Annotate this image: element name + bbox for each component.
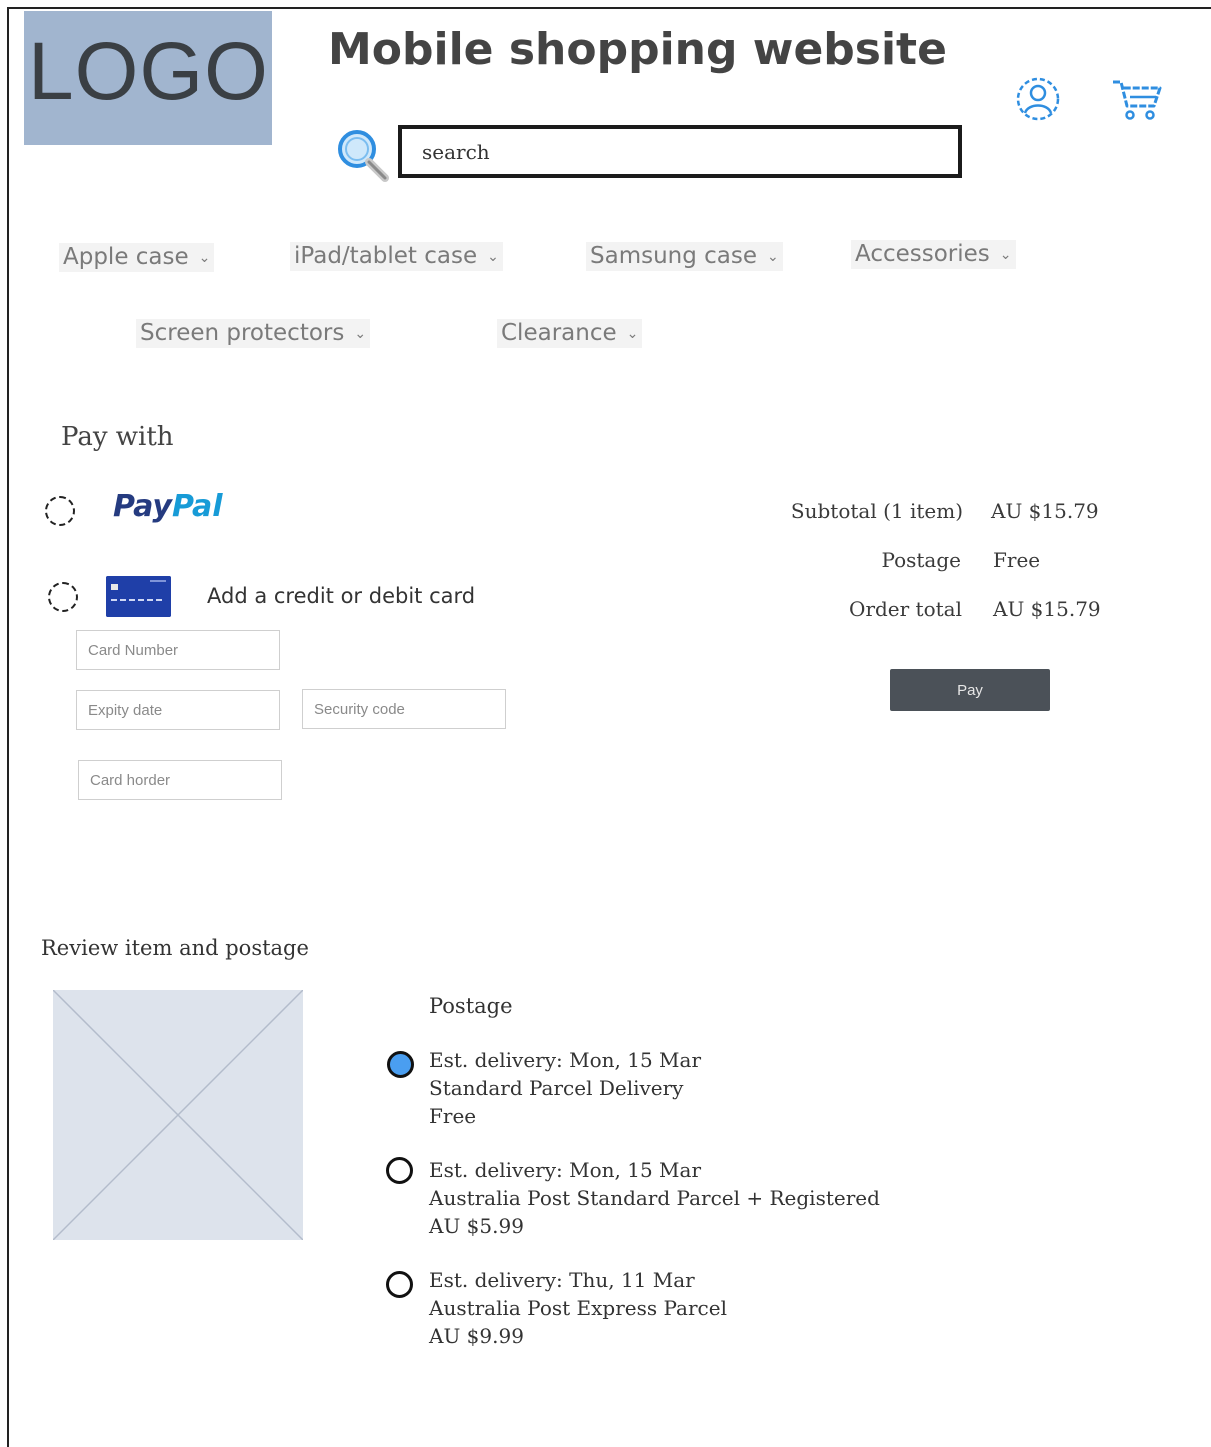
- nav-label: Apple case: [63, 244, 189, 270]
- search-input[interactable]: [398, 125, 962, 178]
- paypal-radio[interactable]: [45, 496, 75, 526]
- delivery-estimate: Est. delivery: Mon, 15 Mar: [429, 1158, 702, 1182]
- order-total-value: AU $15.79: [993, 597, 1101, 621]
- expiry-date-field[interactable]: [76, 690, 280, 730]
- postage-option-radio[interactable]: [386, 1271, 413, 1298]
- chevron-down-icon: ⌄: [198, 250, 211, 266]
- paypal-logo-part1: Pay: [113, 489, 172, 524]
- paypal-logo[interactable]: PayPal: [113, 492, 223, 522]
- search-icon[interactable]: [333, 126, 391, 182]
- paypal-logo-part2: Pal: [171, 489, 223, 524]
- nav-label: iPad/tablet case: [294, 243, 478, 269]
- postage-option[interactable]: Est. delivery: Thu, 11 Mar Australia Pos…: [429, 1266, 727, 1350]
- delivery-service: Standard Parcel Delivery: [429, 1076, 684, 1100]
- security-code-field[interactable]: [302, 689, 506, 729]
- order-total-label: Order total: [849, 597, 962, 621]
- chevron-down-icon: ⌄: [487, 249, 499, 265]
- nav-item-screen-protectors[interactable]: Screen protectors ⌄: [136, 319, 371, 348]
- postage-option[interactable]: Est. delivery: Mon, 15 Mar Standard Parc…: [429, 1046, 701, 1130]
- logo[interactable]: LOGO: [24, 11, 272, 145]
- pay-with-heading: Pay with: [61, 422, 174, 452]
- chevron-down-icon: ⌄: [767, 249, 779, 265]
- postage-heading: Postage: [429, 994, 513, 1018]
- card-radio[interactable]: [48, 582, 78, 612]
- delivery-estimate: Est. delivery: Thu, 11 Mar: [429, 1268, 695, 1292]
- item-image-placeholder: [53, 990, 303, 1240]
- postage-option[interactable]: Est. delivery: Mon, 15 Mar Australia Pos…: [429, 1156, 880, 1240]
- cart-icon[interactable]: [1110, 76, 1164, 122]
- delivery-estimate: Est. delivery: Mon, 15 Mar: [429, 1048, 702, 1072]
- chevron-down-icon: ⌄: [354, 326, 367, 342]
- nav-item-clearance[interactable]: Clearance ⌄: [497, 319, 643, 348]
- review-heading: Review item and postage: [41, 936, 309, 960]
- nav-label: Clearance: [501, 320, 617, 346]
- user-icon[interactable]: [1015, 76, 1061, 122]
- delivery-service: Australia Post Express Parcel: [429, 1296, 727, 1320]
- credit-card-icon: [106, 576, 171, 617]
- postage-value: Free: [993, 548, 1041, 572]
- delivery-price: Free: [429, 1104, 477, 1128]
- add-card-label[interactable]: Add a credit or debit card: [207, 584, 475, 608]
- nav-label: Accessories: [855, 241, 990, 267]
- nav-label: Screen protectors: [140, 320, 345, 346]
- site-title: Mobile shopping website: [328, 24, 947, 75]
- pay-button[interactable]: Pay: [890, 669, 1050, 711]
- delivery-price: AU $9.99: [429, 1324, 524, 1348]
- logo-text: LOGO: [28, 26, 269, 117]
- delivery-service: Australia Post Standard Parcel + Registe…: [429, 1186, 880, 1210]
- chevron-down-icon: ⌄: [626, 326, 639, 342]
- postage-label: Postage: [881, 548, 961, 572]
- postage-option-radio[interactable]: [387, 1051, 414, 1078]
- chevron-down-icon: ⌄: [999, 247, 1012, 263]
- card-number-field[interactable]: [76, 630, 280, 670]
- card-holder-field[interactable]: [78, 760, 282, 800]
- postage-option-radio[interactable]: [386, 1157, 413, 1184]
- delivery-price: AU $5.99: [429, 1214, 524, 1238]
- subtotal-value: AU $15.79: [991, 499, 1099, 523]
- subtotal-label: Subtotal (1 item): [790, 499, 963, 523]
- nav-item-samsung-case[interactable]: Samsung case ⌄: [586, 242, 783, 271]
- nav-item-ipad-tablet-case[interactable]: iPad/tablet case ⌄: [290, 242, 503, 271]
- nav-item-accessories[interactable]: Accessories ⌄: [851, 240, 1016, 269]
- nav-label: Samsung case: [590, 243, 758, 269]
- nav-item-apple-case[interactable]: Apple case ⌄: [59, 243, 215, 272]
